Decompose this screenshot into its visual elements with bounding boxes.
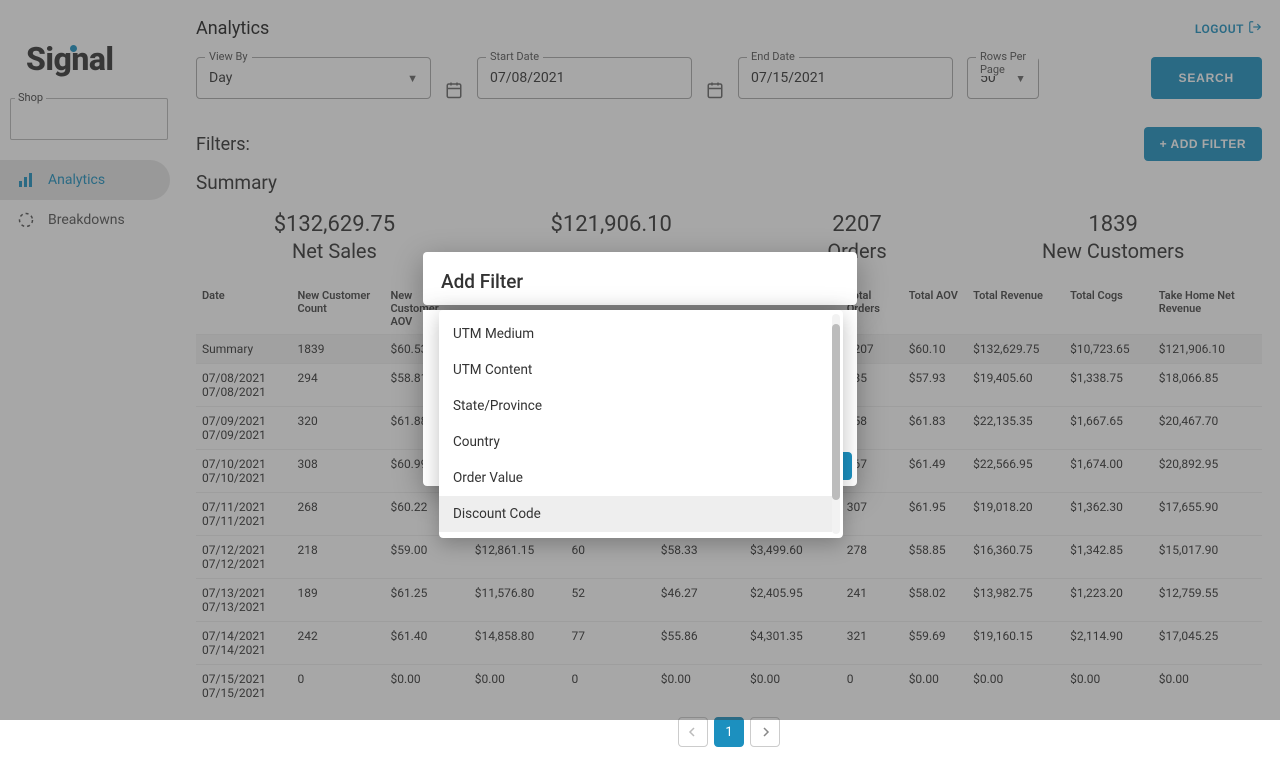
dropdown-option[interactable]: Order Value xyxy=(439,460,832,496)
dropdown-option[interactable]: UTM Content xyxy=(439,352,832,388)
add-filter-modal: Add Filter xyxy=(423,252,857,305)
dropdown-option[interactable]: Discount Code xyxy=(439,496,832,532)
pagination: 1 xyxy=(196,717,1262,757)
dropdown-option[interactable]: Country xyxy=(439,424,832,460)
scrollbar-thumb[interactable] xyxy=(832,324,840,500)
dropdown-option[interactable]: State/Province xyxy=(439,388,832,424)
page-next-button[interactable] xyxy=(750,717,780,747)
dropdown-scrollbar[interactable] xyxy=(832,314,840,534)
filter-type-dropdown: UTM MediumUTM ContentState/ProvinceCount… xyxy=(439,310,843,538)
dropdown-list: UTM MediumUTM ContentState/ProvinceCount… xyxy=(439,310,832,538)
page-number-button[interactable]: 1 xyxy=(714,717,744,747)
page-prev-button[interactable] xyxy=(678,717,708,747)
modal-title: Add Filter xyxy=(423,270,857,305)
dropdown-option[interactable]: UTM Medium xyxy=(439,316,832,352)
